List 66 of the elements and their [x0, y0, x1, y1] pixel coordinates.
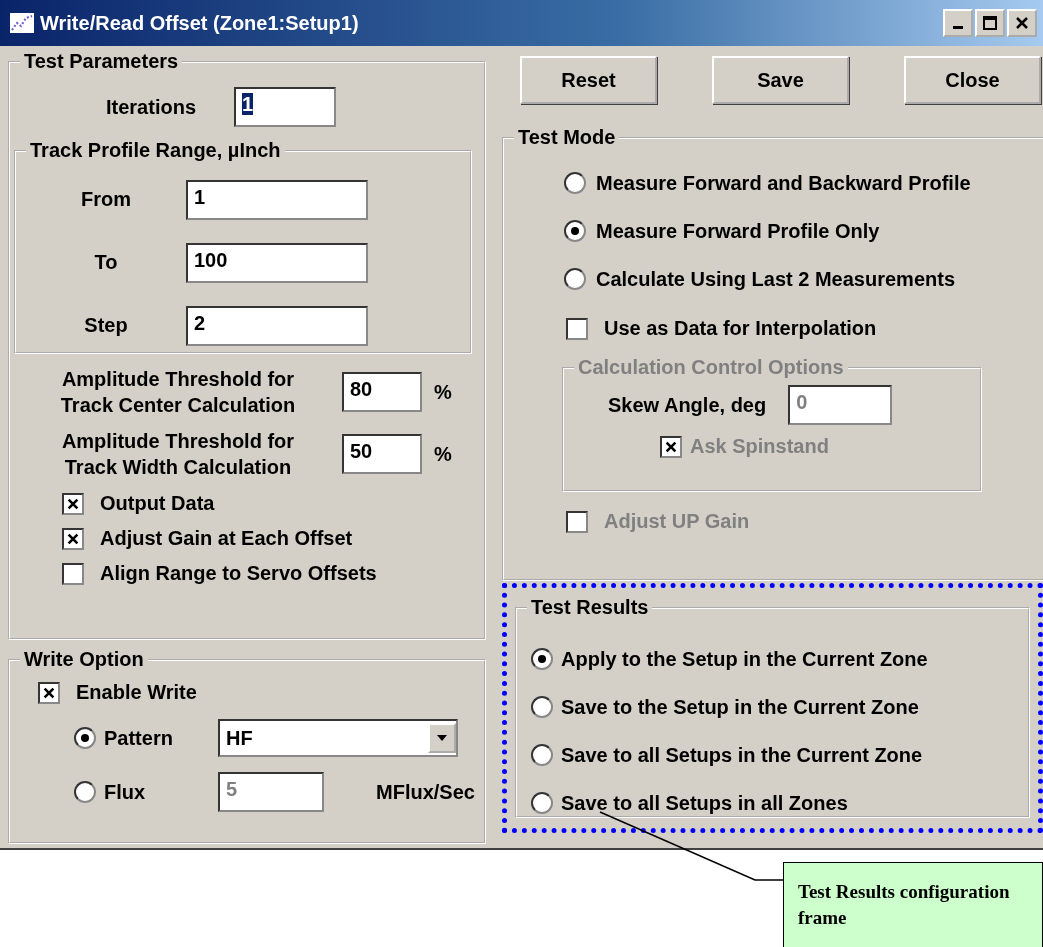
input-field[interactable]: 80	[342, 372, 422, 412]
radio-label[interactable]: Save to all Setups in the Current Zone	[561, 743, 923, 767]
checkbox[interactable]	[566, 317, 588, 340]
unit-label: MFlux/Sec	[376, 780, 475, 804]
cross-icon	[66, 531, 80, 546]
cross-icon	[42, 685, 56, 700]
close-button[interactable]	[1007, 9, 1037, 37]
window-title: Write/Read Offset (Zone1:Setup1)	[40, 11, 360, 35]
input-field[interactable]: 2	[186, 305, 368, 346]
group-title: Track Profile Range, µInch	[29, 139, 282, 162]
checkbox[interactable]	[62, 527, 84, 550]
field-label: From	[80, 188, 132, 211]
radio-button[interactable]	[74, 727, 96, 749]
group-title: Write Option	[23, 648, 145, 671]
checkbox-label[interactable]: Enable Write	[76, 681, 197, 704]
chart-line-icon	[10, 13, 34, 33]
radio-label[interactable]: Pattern	[104, 726, 210, 750]
radio-label[interactable]: Measure Forward and Backward Profile	[596, 171, 971, 195]
radio-label[interactable]: Measure Forward Profile Only	[596, 219, 880, 243]
checkbox[interactable]	[62, 492, 84, 515]
dialog-button[interactable]: Close	[904, 56, 1041, 104]
group-title: Test Mode	[517, 126, 617, 149]
checkbox-label[interactable]: Output Data	[100, 492, 215, 515]
checkbox[interactable]	[38, 681, 60, 704]
radio-button[interactable]	[564, 172, 586, 194]
group-title: Test Parameters	[23, 50, 180, 73]
minimize-button[interactable]	[943, 9, 973, 37]
radio-label[interactable]: Save to the Setup in the Current Zone	[561, 695, 919, 719]
field-label: To	[93, 251, 119, 274]
radio-button[interactable]	[564, 220, 586, 242]
group-title: Test Results	[530, 596, 650, 619]
iterations-field[interactable]: 1	[234, 87, 337, 127]
group-title: Calculation Control Options	[577, 356, 845, 379]
checkbox-label[interactable]: Adjust Gain at Each Offset	[100, 527, 353, 550]
dropdown-arrow-icon	[436, 734, 448, 742]
radio-button[interactable]	[564, 268, 586, 290]
cross-icon	[664, 439, 678, 454]
cross-icon	[66, 496, 80, 511]
pattern-dropdown[interactable]: HF	[218, 719, 458, 757]
checkbox[interactable]	[62, 562, 84, 585]
checkbox-label[interactable]: Use as Data for Interpolation	[604, 317, 877, 340]
skew-angle-label: Skew Angle, deg	[608, 393, 767, 417]
radio-label[interactable]: Calculate Using Last 2 Measurements	[596, 267, 955, 291]
radio-button[interactable]	[531, 744, 553, 766]
unit-label: %	[434, 380, 452, 404]
dialog-button[interactable]: Save	[712, 56, 849, 104]
input-field[interactable]: 100	[186, 242, 368, 283]
radio-button[interactable]	[531, 792, 553, 814]
checkbox-label[interactable]: Align Range to Servo Offsets	[100, 562, 377, 585]
maximize-button[interactable]	[975, 9, 1005, 37]
minimize-icon	[953, 25, 963, 29]
dialog-button[interactable]: Reset	[520, 56, 657, 104]
unit-label: %	[434, 442, 452, 466]
radio-button[interactable]	[531, 696, 553, 718]
threshold-label: Amplitude Threshold for Track Center Calculation	[59, 367, 297, 418]
maximize-icon	[982, 16, 998, 30]
radio-label[interactable]: Apply to the Setup in the Current Zone	[561, 647, 928, 671]
callout-note: Test Results configuration frame	[783, 862, 1043, 947]
field-label: Step	[83, 314, 129, 337]
input-field[interactable]: 1	[186, 179, 368, 220]
radio-label[interactable]: Save to all Setups in all Zones	[561, 791, 848, 815]
radio-button[interactable]	[531, 648, 553, 670]
iterations-label: Iterations	[106, 95, 197, 119]
threshold-label: Amplitude Threshold for Track Width Calculation	[60, 429, 296, 480]
input-field[interactable]: 50	[342, 434, 422, 474]
close-icon	[1014, 16, 1030, 30]
